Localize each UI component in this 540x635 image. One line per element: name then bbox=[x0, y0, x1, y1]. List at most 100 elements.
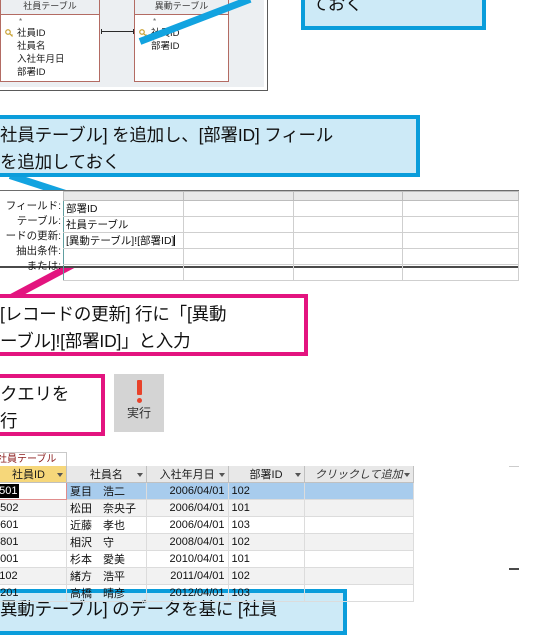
cell-employee-id[interactable]: 1201 bbox=[0, 584, 68, 602]
cell-table-0[interactable]: 社員テーブル bbox=[63, 216, 184, 233]
chevron-down-icon[interactable] bbox=[218, 473, 225, 477]
query-grid-or-row[interactable] bbox=[63, 264, 519, 281]
cell-hire-date[interactable]: 2012/04/01 bbox=[145, 584, 229, 602]
chevron-down-icon[interactable] bbox=[403, 473, 410, 477]
cell-employee-id-text: 0501 bbox=[0, 484, 20, 498]
field-row[interactable]: 部署ID bbox=[1, 66, 99, 79]
cell-or-2[interactable] bbox=[292, 264, 404, 281]
cell-hire-date[interactable]: 2006/04/01 bbox=[145, 516, 229, 534]
datasheet-tabbar: 社員テーブル bbox=[0, 452, 519, 467]
cell-employee-id[interactable]: 0501 bbox=[0, 482, 68, 500]
cell-employee-name[interactable]: 相沢 守 bbox=[66, 533, 147, 551]
cell-employee-name[interactable]: 杉本 愛美 bbox=[66, 550, 147, 568]
query-grid-column-selector-row[interactable] bbox=[63, 191, 519, 201]
cell-update-1[interactable] bbox=[182, 232, 294, 249]
cell-field-2[interactable] bbox=[292, 200, 404, 217]
column-selector[interactable] bbox=[182, 191, 294, 201]
query-grid-update-row[interactable]: [異動テーブル]![部署ID] bbox=[63, 232, 519, 249]
run-query-button[interactable]: 実行 bbox=[114, 374, 164, 432]
cell-field-1[interactable] bbox=[182, 200, 294, 217]
cell-employee-name[interactable]: 緒方 浩平 bbox=[66, 567, 147, 585]
datasheet-table[interactable]: 社員ID 社員名 入社年月日 部署ID クリックして追加 0501 夏目 浩二 … bbox=[0, 466, 510, 602]
relationship-canvas[interactable]: 社員テーブル * 社員ID 社員名 入社年月日 部署ID 異動テーブル * 部署… bbox=[0, 0, 264, 87]
table-row[interactable]: 0502 松田 奈央子 2006/04/01 101 bbox=[0, 499, 510, 517]
cell-add-field[interactable] bbox=[303, 584, 414, 602]
query-grid-table-row[interactable]: 社員テーブル bbox=[63, 216, 519, 233]
cell-employee-name[interactable]: 夏目 浩二 bbox=[66, 482, 147, 500]
tab-employee-table[interactable]: 社員テーブル bbox=[0, 452, 68, 466]
cell-hire-date[interactable]: 2010/04/01 bbox=[145, 550, 229, 568]
cell-field-3[interactable] bbox=[402, 200, 519, 217]
column-header-employee-name[interactable]: 社員名 bbox=[66, 466, 147, 483]
cell-hire-date[interactable]: 2008/04/01 bbox=[145, 533, 229, 551]
cell-dept-id[interactable]: 101 bbox=[227, 499, 305, 517]
field-row[interactable]: 社員名 bbox=[1, 40, 99, 53]
table-box-employee[interactable]: 社員テーブル * 社員ID 社員名 入社年月日 部署ID bbox=[0, 0, 100, 82]
cell-add-field[interactable] bbox=[303, 516, 414, 534]
cell-add-field[interactable] bbox=[303, 567, 414, 585]
query-grid-table[interactable]: 部署ID 社員テーブル [異動テーブル]![部署ID] bbox=[63, 191, 519, 281]
cell-table-3[interactable] bbox=[402, 216, 519, 233]
cell-dept-id[interactable]: 103 bbox=[227, 584, 305, 602]
cell-hire-date[interactable]: 2006/04/01 bbox=[145, 482, 229, 500]
relationship-join-line[interactable] bbox=[101, 31, 134, 32]
cell-dept-id[interactable]: 102 bbox=[227, 482, 305, 500]
field-row[interactable]: 部署ID bbox=[135, 40, 228, 53]
cell-field-0[interactable]: 部署ID bbox=[63, 200, 184, 217]
cell-criteria-3[interactable] bbox=[402, 248, 519, 265]
chevron-down-icon[interactable] bbox=[57, 473, 64, 477]
cell-employee-id[interactable]: 0801 bbox=[0, 533, 68, 551]
query-design-grid[interactable]: フィールド: テーブル: ードの更新: 抽出条件: または: 部署ID 社員テー… bbox=[0, 190, 519, 281]
column-selector[interactable] bbox=[402, 191, 519, 201]
row-label-field: フィールド: bbox=[5, 200, 61, 212]
cell-or-1[interactable] bbox=[182, 264, 294, 281]
column-header-dept-id[interactable]: 部署ID bbox=[227, 466, 305, 483]
cell-hire-date[interactable]: 2011/04/01 bbox=[145, 567, 229, 585]
table-row[interactable]: 1102 緒方 浩平 2011/04/01 102 bbox=[0, 567, 510, 585]
query-grid-field-row[interactable]: 部署ID bbox=[63, 200, 519, 217]
cell-criteria-2[interactable] bbox=[292, 248, 404, 265]
table-row[interactable]: 0601 近藤 孝也 2006/04/01 103 bbox=[0, 516, 510, 534]
cell-update-3[interactable] bbox=[402, 232, 519, 249]
table-row[interactable]: 0801 相沢 守 2008/04/01 102 bbox=[0, 533, 510, 551]
cell-employee-name[interactable]: 高橋 晴彦 bbox=[66, 584, 147, 602]
query-grid-criteria-row[interactable] bbox=[63, 248, 519, 265]
cell-criteria-0[interactable] bbox=[63, 248, 184, 265]
field-row-key[interactable]: 社員ID bbox=[1, 27, 99, 40]
cell-employee-id[interactable]: 1001 bbox=[0, 550, 68, 568]
field-row[interactable]: 入社年月日 bbox=[1, 53, 99, 66]
table-row[interactable]: 1001 杉本 愛美 2010/04/01 101 bbox=[0, 550, 510, 568]
cell-add-field[interactable] bbox=[303, 482, 414, 500]
column-header-employee-id[interactable]: 社員ID bbox=[0, 466, 68, 483]
cell-add-field[interactable] bbox=[303, 550, 414, 568]
cell-add-field[interactable] bbox=[303, 499, 414, 517]
table-row[interactable]: 1201 高橋 晴彦 2012/04/01 103 bbox=[0, 584, 510, 602]
chevron-down-icon[interactable] bbox=[294, 473, 301, 477]
column-selector[interactable] bbox=[63, 191, 184, 201]
table-row[interactable]: 0501 夏目 浩二 2006/04/01 102 bbox=[0, 482, 510, 500]
cell-employee-name[interactable]: 松田 奈央子 bbox=[66, 499, 147, 517]
cell-employee-id[interactable]: 0601 bbox=[0, 516, 68, 534]
cell-add-field[interactable] bbox=[303, 533, 414, 551]
cell-update-2[interactable] bbox=[292, 232, 404, 249]
column-header-hire-date[interactable]: 入社年月日 bbox=[145, 466, 229, 483]
exclamation-dot bbox=[136, 398, 142, 403]
cell-table-2[interactable] bbox=[292, 216, 404, 233]
cell-table-1[interactable] bbox=[182, 216, 294, 233]
cell-employee-id[interactable]: 1102 bbox=[0, 567, 68, 585]
cell-dept-id[interactable]: 102 bbox=[227, 567, 305, 585]
cell-update-0[interactable]: [異動テーブル]![部署ID] bbox=[63, 232, 184, 249]
cell-hire-date[interactable]: 2006/04/01 bbox=[145, 499, 229, 517]
cell-employee-id[interactable]: 0502 bbox=[0, 499, 68, 517]
datasheet-header-row[interactable]: 社員ID 社員名 入社年月日 部署ID クリックして追加 bbox=[0, 466, 510, 483]
cell-dept-id[interactable]: 103 bbox=[227, 516, 305, 534]
cell-dept-id[interactable]: 102 bbox=[227, 533, 305, 551]
column-header-add-field[interactable]: クリックして追加 bbox=[303, 466, 414, 483]
cell-criteria-1[interactable] bbox=[182, 248, 294, 265]
column-selector[interactable] bbox=[292, 191, 404, 201]
chevron-down-icon[interactable] bbox=[136, 473, 143, 477]
cell-dept-id[interactable]: 101 bbox=[227, 550, 305, 568]
cell-employee-name[interactable]: 近藤 孝也 bbox=[66, 516, 147, 534]
cell-or-0[interactable] bbox=[63, 264, 184, 281]
cell-or-3[interactable] bbox=[402, 264, 519, 281]
